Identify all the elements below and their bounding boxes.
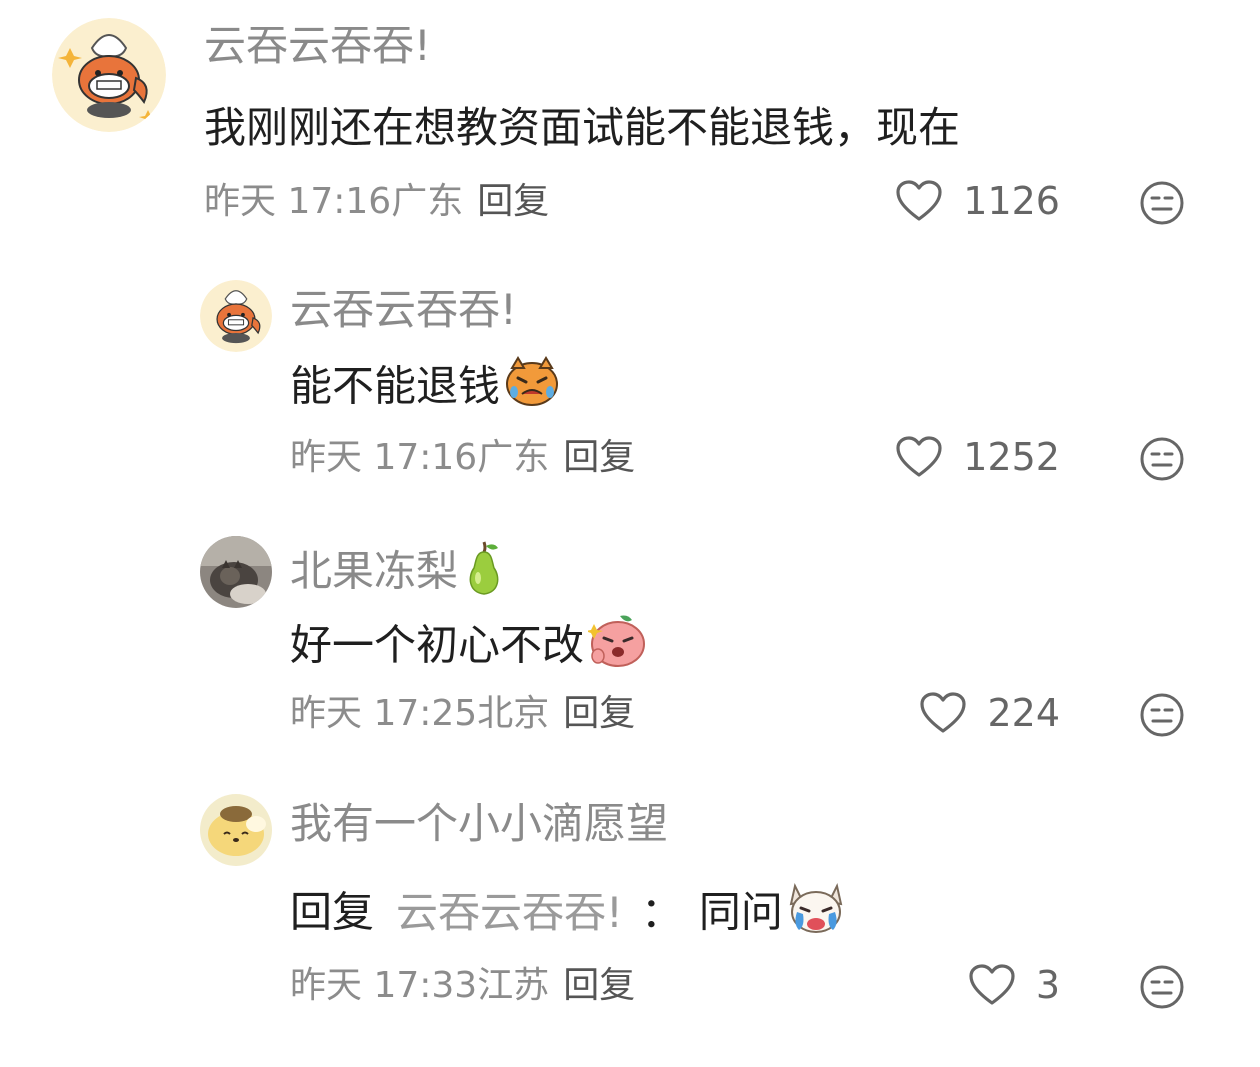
pompompurin-avatar-icon <box>200 794 272 866</box>
location: 北京 <box>477 693 550 734</box>
username[interactable]: 北果冻梨 <box>290 540 506 608</box>
comment-text: 能不能退钱 <box>290 356 560 422</box>
username[interactable]: 云吞云吞吞! <box>204 20 431 72</box>
like-button[interactable]: 224 <box>919 688 1060 738</box>
unhappy-face-icon <box>1140 693 1184 737</box>
unhappy-face-icon <box>1140 181 1184 225</box>
comment-meta: 昨天 17:16广东 回复 <box>290 436 635 480</box>
raccoon-chef-avatar-icon <box>200 280 272 352</box>
comment-text-body: 好一个初心不改 <box>290 620 585 670</box>
reply-prefix: 回复 <box>290 887 375 937</box>
unhappy-face-icon <box>1140 965 1184 1009</box>
comment-meta: 昨天 17:16广东 回复 <box>204 180 549 224</box>
username[interactable]: 我有一个小小滴愿望 <box>290 798 668 850</box>
comment-text-body: 能不能退钱 <box>290 361 501 411</box>
location: 江苏 <box>477 965 550 1006</box>
comment-4: 我有一个小小滴愿望 回复 云吞云吞吞!：同问 昨天 17:33江苏 回复 3 <box>0 782 1260 1042</box>
like-button[interactable]: 1126 <box>895 176 1060 226</box>
reply-colon: ： <box>640 887 683 937</box>
timestamp: 昨天 17:33 <box>290 965 478 1006</box>
comment-3: 北果冻梨 好一个初心不改 昨天 17:25北京 回复 224 <box>0 526 1260 766</box>
timestamp: 昨天 17:16 <box>290 437 478 478</box>
comment-2: 云吞云吞吞! 能不能退钱 昨天 17:16广东 回复 1252 <box>0 270 1260 510</box>
location: 广东 <box>477 437 550 478</box>
angry-peach-emoji-icon <box>585 612 648 684</box>
heart-icon <box>969 964 1015 1005</box>
comment-text: 好一个初心不改 <box>290 612 648 684</box>
heart-icon <box>920 692 967 733</box>
unhappy-face-icon <box>1140 437 1184 481</box>
like-count: 1252 <box>963 435 1060 479</box>
comment-meta: 昨天 17:33江苏 回复 <box>290 964 635 1008</box>
reply-button[interactable]: 回复 <box>563 693 635 734</box>
crying-tiger-emoji-icon <box>504 356 560 422</box>
avatar[interactable] <box>200 280 272 352</box>
username[interactable]: 云吞云吞吞! <box>290 284 517 336</box>
like-button[interactable]: 3 <box>968 960 1060 1010</box>
comment-text-body: 同问 <box>698 887 783 937</box>
pear-emoji-icon <box>462 540 506 608</box>
dislike-button[interactable] <box>1137 962 1187 1012</box>
cat-photo-avatar-icon <box>200 536 272 608</box>
avatar[interactable] <box>52 18 166 132</box>
crying-dog-emoji-icon <box>787 880 845 950</box>
location: 广东 <box>391 181 464 222</box>
comment-text: 我刚刚还在想教资面试能不能退钱，现在 <box>204 103 961 152</box>
like-count: 3 <box>1035 963 1060 1007</box>
dislike-button[interactable] <box>1137 690 1187 740</box>
heart-icon <box>896 436 942 477</box>
dislike-button[interactable] <box>1137 178 1187 228</box>
comment-meta: 昨天 17:25北京 回复 <box>290 692 635 736</box>
raccoon-chef-avatar-icon <box>52 18 166 132</box>
like-count: 224 <box>987 691 1060 735</box>
avatar[interactable] <box>200 794 272 866</box>
like-count: 1126 <box>963 179 1060 223</box>
avatar[interactable] <box>200 536 272 608</box>
timestamp: 昨天 17:16 <box>204 181 392 222</box>
heart-icon <box>896 180 942 221</box>
comment-1: 云吞云吞吞! 我刚刚还在想教资面试能不能退钱，现在 昨天 17:16广东 回复 1… <box>0 0 1260 250</box>
like-button[interactable]: 1252 <box>895 432 1060 482</box>
reply-target-username[interactable]: 云吞云吞吞! <box>396 888 623 937</box>
reply-button[interactable]: 回复 <box>563 965 635 1006</box>
username-text: 北果冻梨 <box>290 546 459 596</box>
comment-text: 回复 云吞云吞吞! ： 同问 <box>290 880 845 950</box>
reply-button[interactable]: 回复 <box>477 181 549 222</box>
reply-button[interactable]: 回复 <box>563 437 635 478</box>
dislike-button[interactable] <box>1137 434 1187 484</box>
timestamp: 昨天 17:25 <box>290 693 478 734</box>
